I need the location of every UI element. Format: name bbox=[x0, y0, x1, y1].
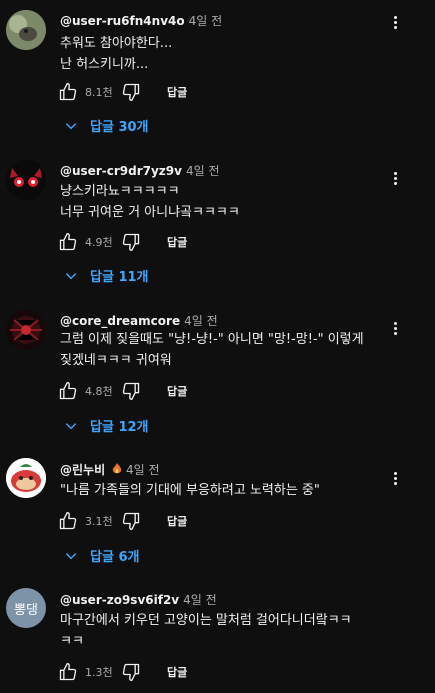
more-vert-icon[interactable] bbox=[392, 472, 398, 487]
thumb-up-icon bbox=[59, 233, 77, 251]
comment-actions: 4.9천 답글 bbox=[58, 230, 187, 254]
thumb-up-icon bbox=[59, 83, 77, 101]
comment-header: @린누비 4일 전 bbox=[60, 461, 159, 478]
thumb-up-icon bbox=[59, 663, 77, 681]
comment-text: 추워도 참아야한다... 난 허스키니까... bbox=[60, 33, 172, 75]
more-vert-icon[interactable] bbox=[392, 172, 398, 187]
dislike-button[interactable] bbox=[121, 82, 141, 102]
comment-text: 그럼 이제 짖을때도 "냥!-냥!-" 아니면 "망!-망!-" 이렇게 짖겠네… bbox=[60, 329, 364, 371]
comment-text: "나름 가족들의 기대에 부응하려고 노력하는 중" bbox=[60, 480, 320, 501]
reply-button[interactable]: 답글 bbox=[167, 513, 187, 529]
avatar-initials: 뽕댕 bbox=[14, 602, 38, 618]
like-button[interactable] bbox=[58, 381, 78, 401]
more-vert-icon[interactable] bbox=[392, 322, 398, 337]
timestamp[interactable]: 4일 전 bbox=[184, 314, 218, 328]
dislike-button[interactable] bbox=[121, 662, 141, 682]
replies-label: 답글 12개 bbox=[90, 420, 149, 435]
comment-line: 추워도 참아야한다... bbox=[60, 36, 173, 51]
timestamp[interactable]: 4일 전 bbox=[126, 463, 160, 477]
dislike-button[interactable] bbox=[121, 381, 141, 401]
view-replies-button[interactable]: 답글 11개 bbox=[64, 266, 149, 285]
author-name[interactable]: @core_dreamcore bbox=[60, 314, 180, 328]
timestamp[interactable]: 4일 전 bbox=[183, 593, 217, 607]
thumb-up-icon bbox=[59, 382, 77, 400]
thumb-down-icon bbox=[122, 83, 140, 102]
view-replies-button[interactable]: 답글 30개 bbox=[64, 116, 149, 135]
thumb-down-icon bbox=[122, 512, 140, 530]
chevron-down-icon bbox=[65, 552, 77, 559]
like-count: 8.1천 bbox=[85, 86, 113, 99]
replies-label: 답글 6개 bbox=[90, 550, 140, 565]
like-count: 3.1천 bbox=[85, 515, 113, 528]
comment-line: 너무 귀여운 거 아니냐곸ㅋㅋㅋㅋ bbox=[60, 205, 240, 220]
avatar[interactable] bbox=[6, 160, 46, 200]
replies-label: 답글 30개 bbox=[90, 120, 149, 135]
chevron-down-icon bbox=[65, 122, 77, 129]
dislike-button[interactable] bbox=[121, 511, 141, 531]
avatar[interactable] bbox=[6, 310, 46, 350]
timestamp[interactable]: 4일 전 bbox=[189, 14, 223, 28]
comment-header: @user-zo9sv6if2v 4일 전 bbox=[60, 591, 217, 608]
comment-line: 난 허스키니까... bbox=[60, 57, 149, 72]
comment-header: @user-ru6fn4nv4o 4일 전 bbox=[60, 12, 222, 29]
more-vert-icon[interactable] bbox=[392, 16, 398, 31]
author-name[interactable]: @user-zo9sv6if2v bbox=[60, 593, 179, 607]
replies-label: 답글 11개 bbox=[90, 270, 149, 285]
avatar[interactable] bbox=[6, 10, 46, 50]
comment-header: @user-cr9dr7yz9v 4일 전 bbox=[60, 162, 219, 179]
comment-line: "나름 가족들의 기대에 부응하려고 노력하는 중" bbox=[60, 483, 320, 498]
timestamp[interactable]: 4일 전 bbox=[186, 164, 220, 178]
avatar[interactable] bbox=[6, 458, 46, 498]
fire-icon bbox=[112, 463, 122, 475]
thumb-up-icon bbox=[59, 511, 77, 530]
comment-line: ㅋㅋ bbox=[60, 634, 84, 649]
like-button[interactable] bbox=[58, 232, 78, 252]
dislike-button[interactable] bbox=[121, 232, 141, 252]
comment-text: 마구간에서 키우던 고양이는 말처럼 걸어다니더랔ㅋㅋ ㅋㅋ bbox=[60, 610, 352, 652]
comment-line: 냥스키라뇨ㅋㅋㅋㅋㅋ bbox=[60, 184, 180, 199]
like-count: 4.8천 bbox=[85, 385, 113, 398]
comment-actions: 8.1천 답글 bbox=[58, 80, 187, 104]
chevron-down-icon bbox=[65, 272, 77, 279]
reply-button[interactable]: 답글 bbox=[167, 383, 187, 399]
comment-line: 그럼 이제 짖을때도 "냥!-냥!-" 아니면 "망!-망!-" 이렇게 bbox=[60, 332, 364, 347]
comment-text: 냥스키라뇨ㅋㅋㅋㅋㅋ 너무 귀여운 거 아니냐곸ㅋㅋㅋㅋ bbox=[60, 181, 240, 223]
comment-header: @core_dreamcore 4일 전 bbox=[60, 312, 218, 329]
like-button[interactable] bbox=[58, 82, 78, 102]
like-button[interactable] bbox=[58, 511, 78, 531]
comment-actions: 3.1천 답글 bbox=[58, 509, 187, 533]
reply-button[interactable]: 답글 bbox=[167, 664, 187, 680]
comment-actions: 1.3천 답글 bbox=[58, 660, 187, 684]
like-button[interactable] bbox=[58, 662, 78, 682]
comment-line: 짖겠네ㅋㅋㅋ 귀여워 bbox=[60, 353, 172, 368]
comment-line: 마구간에서 키우던 고양이는 말처럼 걸어다니더랔ㅋㅋ bbox=[60, 613, 352, 628]
reply-button[interactable]: 답글 bbox=[167, 234, 187, 250]
reply-button[interactable]: 답글 bbox=[167, 84, 187, 100]
author-name[interactable]: @user-cr9dr7yz9v bbox=[60, 164, 182, 178]
avatar[interactable]: 뽕댕 bbox=[6, 588, 46, 628]
view-replies-button[interactable]: 답글 6개 bbox=[64, 546, 139, 565]
author-name[interactable]: @user-ru6fn4nv4o bbox=[60, 14, 185, 28]
like-count: 1.3천 bbox=[85, 666, 113, 679]
author-name[interactable]: @린누비 bbox=[60, 463, 105, 477]
thumb-down-icon bbox=[122, 663, 140, 681]
thumb-down-icon bbox=[122, 233, 140, 251]
view-replies-button[interactable]: 답글 12개 bbox=[64, 416, 149, 435]
like-count: 4.9천 bbox=[85, 236, 113, 249]
chevron-down-icon bbox=[65, 422, 77, 429]
comment-actions: 4.8천 답글 bbox=[58, 379, 187, 403]
thumb-down-icon bbox=[122, 382, 140, 400]
